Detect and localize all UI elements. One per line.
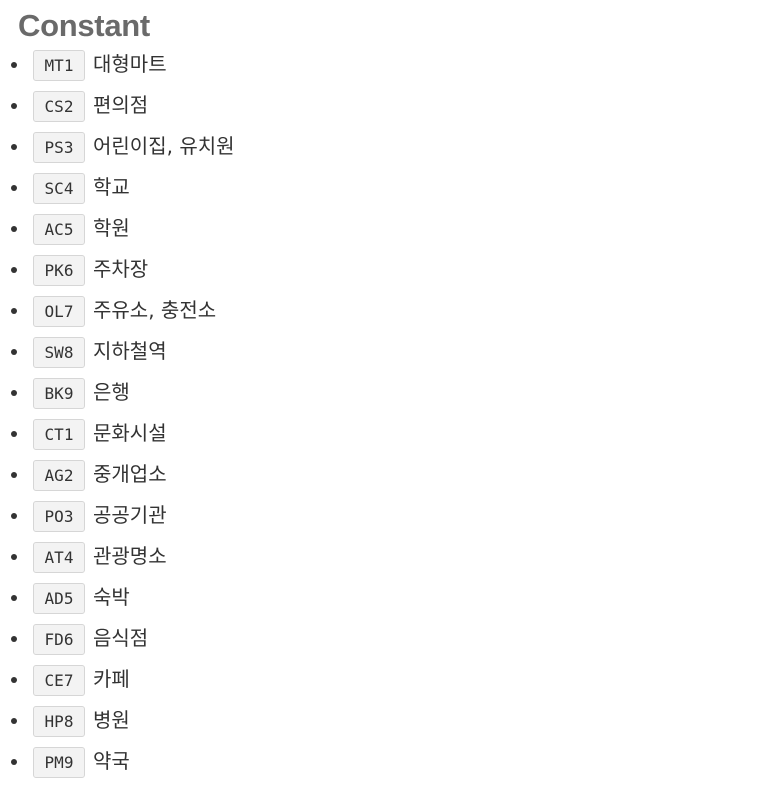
bullet-icon [11, 308, 17, 314]
bullet-icon [11, 554, 17, 560]
constant-label: 음식점 [93, 626, 149, 650]
constant-code: PM9 [33, 747, 85, 778]
constant-label: 관광명소 [93, 544, 167, 568]
constant-label: 약국 [93, 749, 130, 773]
constant-code: PK6 [33, 255, 85, 286]
constant-code: SW8 [33, 337, 85, 368]
constant-code: MT1 [33, 50, 85, 81]
constant-label: 어린이집, 유치원 [93, 134, 235, 158]
bullet-icon [11, 62, 17, 68]
constant-code: PO3 [33, 501, 85, 532]
constant-label: 문화시설 [93, 421, 167, 445]
bullet-icon [11, 267, 17, 273]
constant-label: 중개업소 [93, 462, 167, 486]
constant-code: PS3 [33, 132, 85, 163]
constant-label: 주차장 [93, 257, 149, 281]
constant-code: AT4 [33, 542, 85, 573]
bullet-icon [11, 349, 17, 355]
bullet-icon [11, 185, 17, 191]
constant-code: CT1 [33, 419, 85, 450]
constant-label: 지하철역 [93, 339, 167, 363]
constant-code: CE7 [33, 665, 85, 696]
bullet-icon [11, 513, 17, 519]
bullet-icon [11, 759, 17, 765]
constant-label: 은행 [93, 380, 130, 404]
constant-code: AC5 [33, 214, 85, 245]
constant-code: CS2 [33, 91, 85, 122]
constant-code: OL7 [33, 296, 85, 327]
bullet-icon [11, 472, 17, 478]
constant-label: 숙박 [93, 585, 130, 609]
constant-code: HP8 [33, 706, 85, 737]
section-heading: Constant [18, 8, 150, 43]
constant-label: 편의점 [93, 93, 149, 117]
constant-label: 카페 [93, 667, 130, 691]
constant-label: 학교 [93, 175, 130, 199]
bullet-icon [11, 431, 17, 437]
constant-code: AD5 [33, 583, 85, 614]
constant-code: FD6 [33, 624, 85, 655]
bullet-icon [11, 677, 17, 683]
constant-label: 공공기관 [93, 503, 167, 527]
bullet-icon [11, 144, 17, 150]
constant-label: 병원 [93, 708, 130, 732]
constant-code: AG2 [33, 460, 85, 491]
bullet-icon [11, 226, 17, 232]
bullet-icon [11, 718, 17, 724]
constant-code: BK9 [33, 378, 85, 409]
bullet-icon [11, 103, 17, 109]
bullet-icon [11, 390, 17, 396]
bullet-icon [11, 636, 17, 642]
constant-code: SC4 [33, 173, 85, 204]
constant-label: 주유소, 충전소 [93, 298, 217, 322]
constant-label: 대형마트 [93, 52, 167, 76]
constant-label: 학원 [93, 216, 130, 240]
bullet-icon [11, 595, 17, 601]
